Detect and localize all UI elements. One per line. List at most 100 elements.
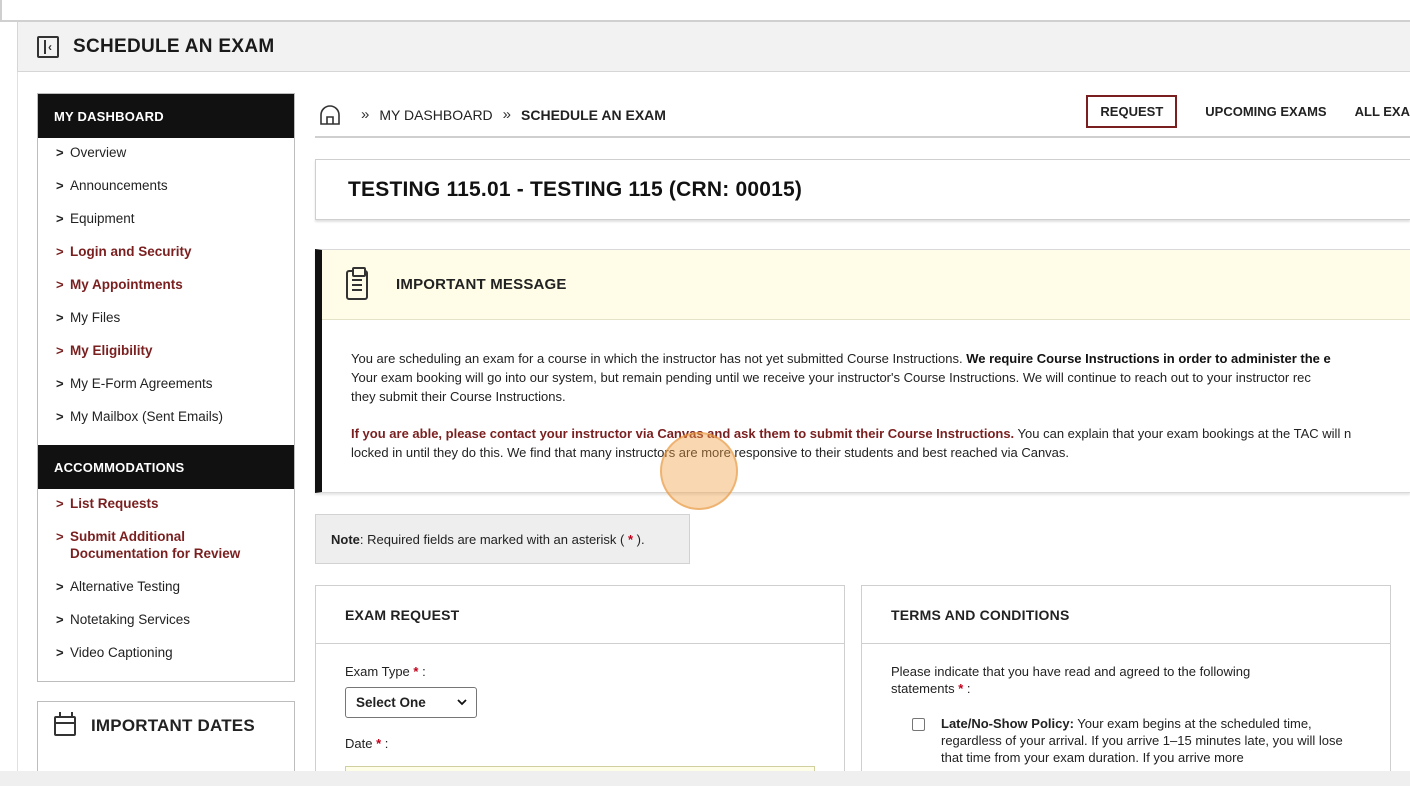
chevron-right-icon: > <box>56 178 64 193</box>
tab-all-exams[interactable]: ALL EXA <box>1355 104 1410 119</box>
chevron-right-icon: > <box>56 409 64 424</box>
message-paragraph: If you are able, please contact your ins… <box>351 424 1410 462</box>
chevron-down-icon <box>457 699 467 706</box>
left-divider <box>17 72 18 786</box>
terms-intro-text: Please indicate that you have read and a… <box>891 664 1251 696</box>
sidebar-item-video-captioning[interactable]: > Video Captioning <box>38 644 294 677</box>
calendar-icon <box>54 712 76 736</box>
sidebar-item-equipment[interactable]: > Equipment <box>38 210 294 243</box>
sidebar-item-my-e-form-agreements[interactable]: > My E-Form Agreements <box>38 375 294 408</box>
sidebar-item-label: Announcements <box>70 178 168 193</box>
important-message-title: IMPORTANT MESSAGE <box>396 276 567 293</box>
dashboard-heading: MY DASHBOARD <box>38 94 294 138</box>
chevron-right-icon: > <box>56 145 64 160</box>
chevron-right-icon: > <box>56 343 64 358</box>
sidebar-item-label: Notetaking Services <box>70 612 191 627</box>
tab-upcoming-exams[interactable]: UPCOMING EXAMS <box>1205 104 1326 119</box>
sidebar-item-my-mailbox-sent-emails[interactable]: > My Mailbox (Sent Emails) <box>38 408 294 441</box>
page-title: SCHEDULE AN EXAM <box>73 35 275 57</box>
breadcrumb-current: SCHEDULE AN EXAM <box>521 106 666 123</box>
important-message: IMPORTANT MESSAGE You are scheduling an … <box>315 249 1410 493</box>
exam-type-select[interactable]: Select One <box>345 687 477 718</box>
late-policy-checkbox[interactable] <box>912 718 925 731</box>
chevron-right-icon: > <box>56 496 64 511</box>
required-fields-note: Note: Required fields are marked with an… <box>315 514 690 564</box>
breadcrumb-separator: » <box>502 106 512 123</box>
sidebar-item-label: Login and Security <box>70 244 192 259</box>
sidebar-item-announcements[interactable]: > Announcements <box>38 177 294 210</box>
required-asterisk: * <box>413 664 419 679</box>
breadcrumb-dashboard-link[interactable]: MY DASHBOARD <box>379 107 492 123</box>
note-text: : Required fields are marked with an ast… <box>359 531 625 547</box>
chevron-right-icon: > <box>56 244 64 259</box>
important-message-header: IMPORTANT MESSAGE <box>322 250 1410 320</box>
sidebar-item-label: Submit Additional Documentation for Revi… <box>70 529 241 561</box>
required-asterisk: * <box>376 736 382 751</box>
chevron-right-icon: > <box>56 579 64 594</box>
dashboard-menu: MY DASHBOARD > Overview > Announcements > Equ… <box>37 93 295 682</box>
sidebar-item-login-and-security[interactable]: > Login and Security <box>38 243 294 276</box>
exam-tabs: REQUEST UPCOMING EXAMS ALL EXA <box>1086 95 1410 128</box>
sidebar-item-submit-additional-documentation-for-review[interactable]: > Submit Additional Documentation for Rev… <box>38 528 294 578</box>
breadcrumb-bar: » MY DASHBOARD » SCHEDULE AN EXAM REQUES… <box>315 93 1410 138</box>
sidebar-item-notetaking-services[interactable]: > Notetaking Services <box>38 611 294 644</box>
exam-type-label: Exam Type * : <box>345 664 844 679</box>
chevron-right-icon: > <box>56 211 64 226</box>
late-policy-title: Late/No-Show Policy: <box>941 716 1074 731</box>
message-text: they submit their Course Instructions. <box>351 389 566 404</box>
chevron-right-icon: > <box>56 376 64 391</box>
sidebar: MY DASHBOARD > Overview > Announcements > Equ… <box>37 93 295 781</box>
sidebar-item-my-appointments[interactable]: > My Appointments <box>38 276 294 309</box>
sidebar-item-label: My E-Form Agreements <box>70 376 213 391</box>
chevron-right-icon: > <box>56 310 64 325</box>
breadcrumb-separator: » <box>361 106 370 123</box>
exam-request-panel: EXAM REQUEST Exam Type * : Select One Da… <box>315 585 845 786</box>
sidebar-item-my-files[interactable]: > My Files <box>38 309 294 342</box>
exam-type-label-text: Exam Type <box>345 664 410 679</box>
sidebar-item-label: My Eligibility <box>70 343 153 358</box>
cursor-highlight <box>660 432 738 510</box>
clipboard-icon <box>346 266 368 300</box>
bottom-bar <box>0 771 1410 786</box>
accommodations-heading: ACCOMMODATIONS <box>38 445 294 489</box>
course-header: TESTING 115.01 - TESTING 115 (CRN: 00015… <box>315 159 1410 220</box>
sidebar-item-alternative-testing[interactable]: > Alternative Testing <box>38 578 294 611</box>
label-colon: : <box>422 664 426 679</box>
sidebar-item-label: Overview <box>70 145 127 160</box>
late-policy-item: Late/No-Show Policy: Your exam begins at… <box>862 715 1390 766</box>
message-text: You are scheduling an exam for a course … <box>351 351 967 366</box>
exam-request-title: EXAM REQUEST <box>316 586 844 644</box>
late-policy-text: Late/No-Show Policy: Your exam begins at… <box>941 715 1350 766</box>
important-message-body: You are scheduling an exam for a course … <box>322 320 1410 462</box>
sidebar-item-list-requests[interactable]: > List Requests <box>38 495 294 528</box>
sidebar-collapse-icon[interactable]: ‹ <box>37 35 59 58</box>
sidebar-item-label: Video Captioning <box>70 645 173 660</box>
home-icon[interactable] <box>319 104 341 126</box>
label-colon: : <box>384 736 389 751</box>
dashboard-list: > Overview > Announcements > Equipment > Login … <box>38 138 294 445</box>
message-paragraph: You are scheduling an exam for a course … <box>351 349 1410 406</box>
sidebar-item-my-eligibility[interactable]: > My Eligibility <box>38 342 294 375</box>
note-close: ). <box>636 531 645 547</box>
terms-title: TERMS AND CONDITIONS <box>862 586 1390 644</box>
chevron-right-icon: > <box>56 277 64 292</box>
top-frame <box>0 0 1410 22</box>
message-text: Your exam booking will go into our syste… <box>351 370 1311 385</box>
label-colon: : <box>966 681 971 696</box>
sidebar-item-label: Equipment <box>70 211 135 226</box>
date-label-text: Date <box>345 736 373 751</box>
sidebar-item-overview[interactable]: > Overview <box>38 144 294 177</box>
terms-intro: Please indicate that you have read and a… <box>862 644 1390 697</box>
required-asterisk: * <box>958 681 964 696</box>
required-asterisk: * <box>627 531 634 547</box>
chevron-right-icon: > <box>56 529 64 544</box>
chevron-right-icon: > <box>56 612 64 627</box>
accommodations-list: > List Requests > Submit Additional Documen… <box>38 489 294 681</box>
tab-request[interactable]: REQUEST <box>1086 95 1178 128</box>
exam-type-value: Select One <box>356 695 426 710</box>
important-dates-title: IMPORTANT DATES <box>91 716 255 735</box>
sidebar-item-label: My Files <box>70 310 121 325</box>
terms-panel: TERMS AND CONDITIONS Please indicate tha… <box>861 585 1391 786</box>
note-label: Note <box>331 531 360 547</box>
message-bold-text: We require Course Instructions in order … <box>966 351 1331 366</box>
